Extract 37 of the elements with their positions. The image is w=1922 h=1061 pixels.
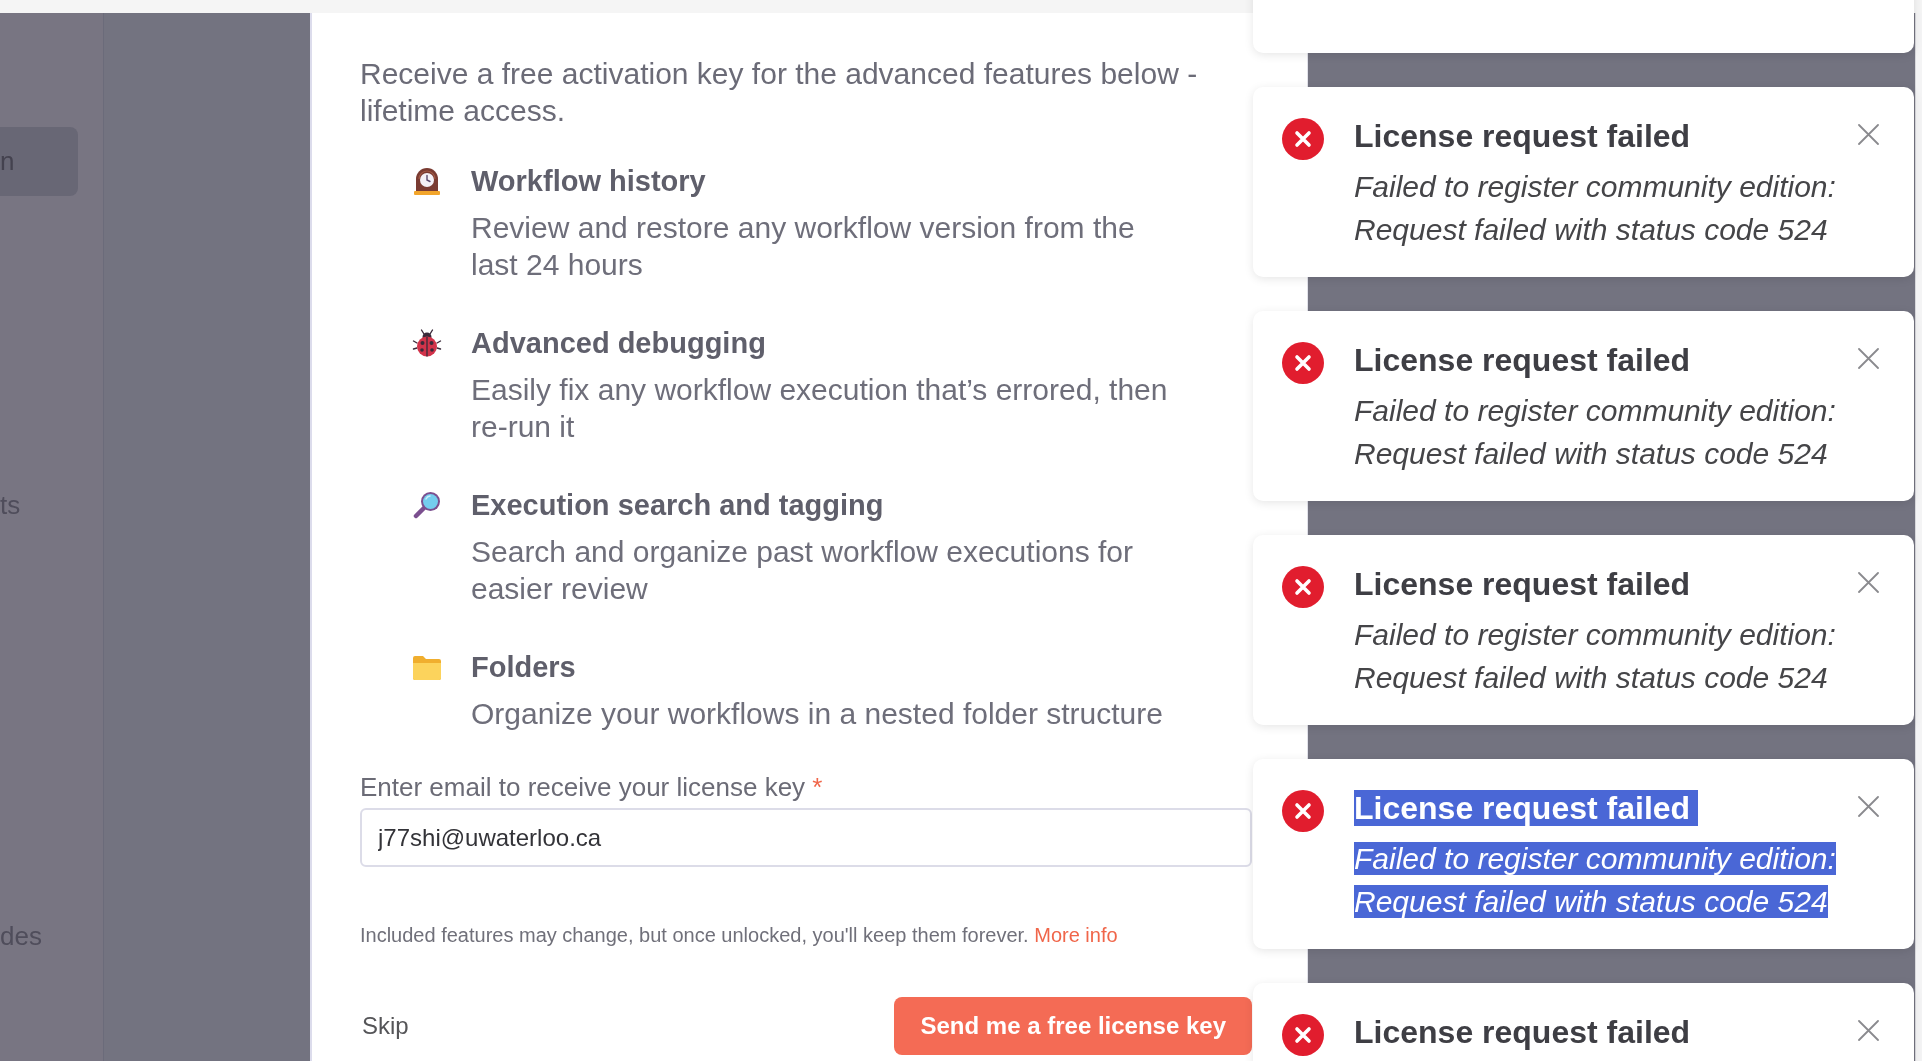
feature-description: Review and restore any workflow version from the last 24 hours: [471, 210, 1136, 283]
close-icon[interactable]: [1858, 348, 1879, 369]
toast-title: License request failed: [1354, 566, 1691, 602]
toast-message: Failed to register community edition: Request failed with status code 524: [1354, 393, 1837, 472]
toast-message: Failed to register community edition: Request failed with status code 524: [1354, 617, 1837, 696]
error-icon: [1282, 342, 1324, 384]
toast-message: Failed to register community edition: Request failed with status code 524: [1354, 169, 1837, 248]
feature-description: Search and organize past workflow executions for easier review: [471, 534, 1135, 607]
more-info-link[interactable]: More info: [1034, 924, 1118, 946]
feature-title: Execution search and tagging: [471, 488, 884, 523]
feature-title: Advanced debugging: [471, 326, 766, 361]
toast-title: License request failed: [1354, 790, 1699, 826]
feature-title: Folders: [471, 650, 576, 685]
toast-title: License request failed: [1354, 1014, 1691, 1050]
skip-button[interactable]: Skip: [362, 1011, 409, 1041]
close-icon[interactable]: [1858, 572, 1879, 593]
feature-title: Workflow history: [471, 164, 706, 199]
error-icon: [1282, 118, 1324, 160]
mantel-clock-icon: [412, 166, 442, 196]
close-icon[interactable]: [1858, 124, 1879, 145]
email-input[interactable]: j77shi@uwaterloo.ca: [360, 808, 1252, 867]
feature-description: Easily fix any workflow execution that’s errored, then re-run it: [471, 372, 1169, 445]
email-label: Enter email to receive your license key *: [360, 772, 823, 802]
toast-title: License request failed: [1354, 118, 1691, 154]
error-icon: [1282, 566, 1324, 608]
close-icon[interactable]: [1858, 1020, 1879, 1041]
intro-text: Receive a free activation key for the advanced features below - lifetime access.: [360, 56, 1199, 129]
note-text: Included features may change, but once unlocked, you'll keep them forever. More info: [360, 923, 1118, 948]
send-license-button[interactable]: Send me a free license key: [894, 997, 1252, 1055]
feature-description: Organize your workflows in a nested folder structure: [471, 696, 1163, 732]
ladybug-icon: [412, 328, 442, 358]
toast-title: License request failed: [1354, 342, 1691, 378]
toast-message: Failed to register community edition: Request failed with status code 524: [1354, 841, 1837, 920]
error-icon: [1282, 1014, 1324, 1056]
error-icon: [1282, 790, 1324, 832]
close-icon[interactable]: [1858, 796, 1879, 817]
magnifier-icon: [412, 490, 442, 520]
